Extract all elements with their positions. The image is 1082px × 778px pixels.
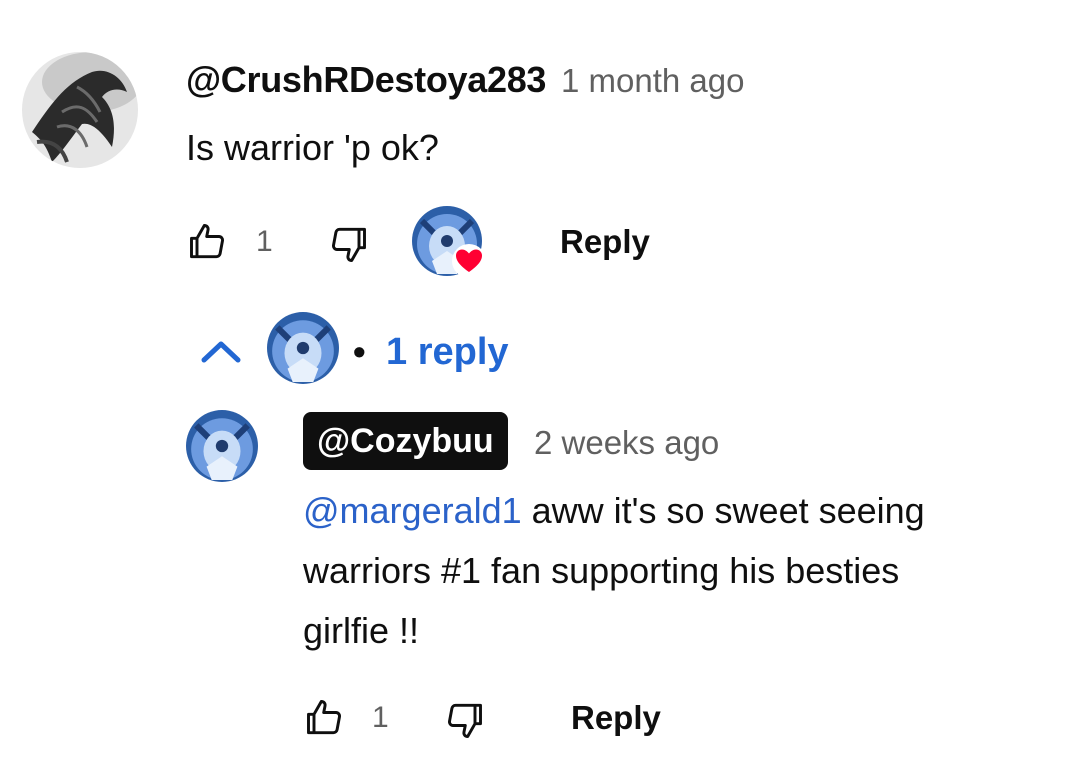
- comment-text: Is warrior 'p ok?: [186, 127, 439, 168]
- like-count: 1: [256, 225, 273, 258]
- reply-like-button[interactable]: [303, 696, 347, 740]
- replies-count-link[interactable]: 1 reply: [386, 330, 509, 374]
- reply-text-line-3: girlfie !!: [303, 610, 420, 651]
- chevron-up-icon: [201, 341, 241, 363]
- reply-text-line-1-rest: aww it's so sweet seeing: [521, 490, 925, 531]
- separator-dot: •: [353, 331, 366, 372]
- comment-author[interactable]: @CrushRDestoya283: [186, 60, 546, 100]
- reply-timestamp[interactable]: 2 weeks ago: [534, 423, 719, 463]
- commenter-avatar[interactable]: [22, 52, 138, 168]
- like-button[interactable]: [186, 220, 230, 264]
- replier-avatar-small: [267, 312, 339, 384]
- collapse-replies-button[interactable]: [198, 332, 244, 372]
- reply-dislike-button[interactable]: [442, 698, 486, 742]
- reply-text: @margerald1 aww it's so sweet seeing war…: [303, 481, 1063, 661]
- reply-text-line-1: @margerald1 aww it's so sweet seeing: [303, 481, 1063, 541]
- thumbs-up-icon: [307, 700, 341, 735]
- mention-link[interactable]: @margerald1: [303, 490, 522, 531]
- reply-author-badge[interactable]: @Cozybuu: [303, 412, 508, 470]
- creator-heart-icon: [451, 243, 487, 279]
- thumbs-down-icon: [448, 703, 482, 738]
- reply-like-count: 1: [372, 701, 389, 734]
- thumbs-down-icon: [332, 227, 366, 262]
- comment-thread: @CrushRDestoya283 1 month ago Is warrior…: [0, 0, 1082, 778]
- comment-timestamp[interactable]: 1 month ago: [561, 61, 744, 101]
- dislike-button[interactable]: [326, 222, 370, 266]
- reply-reply-button[interactable]: Reply: [571, 698, 661, 738]
- reply-author-avatar[interactable]: [186, 410, 258, 482]
- thumbs-up-icon: [190, 224, 224, 259]
- reply-button[interactable]: Reply: [560, 222, 650, 262]
- reply-text-line-2: warriors #1 fan supporting his besties: [303, 550, 900, 591]
